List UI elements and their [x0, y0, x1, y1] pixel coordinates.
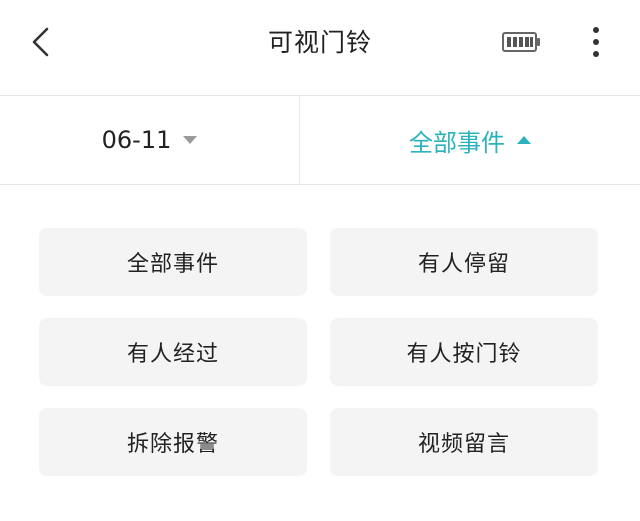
option-tamper-alarm[interactable]: 拆除报警 [39, 408, 307, 476]
caret-down-icon [183, 136, 198, 144]
date-filter[interactable]: 06-11 [0, 96, 299, 184]
option-all-events[interactable]: 全部事件 [39, 228, 307, 296]
page-title: 可视门铃 [267, 28, 372, 57]
battery-indicator [502, 31, 542, 53]
top-bar: 可视门铃 [0, 0, 640, 96]
option-doorbell-pressed[interactable]: 有人按门铃 [330, 318, 598, 386]
event-filter-label: 全部事件 [409, 128, 505, 157]
more-vertical-icon [593, 27, 599, 57]
caret-up-icon [517, 136, 531, 144]
option-person-lingering[interactable]: 有人停留 [330, 228, 598, 296]
filter-bar: 06-11 全部事件 [0, 96, 640, 185]
date-filter-label: 06-11 [101, 126, 172, 154]
option-person-passing[interactable]: 有人经过 [39, 318, 307, 386]
event-type-filter[interactable]: 全部事件 [300, 96, 640, 184]
event-type-options: 全部事件 有人停留 有人经过 有人按门铃 拆除报警 视频留言 [39, 228, 598, 476]
option-video-message[interactable]: 视频留言 [330, 408, 598, 476]
more-options-button[interactable] [580, 24, 612, 60]
battery-full-icon [502, 32, 540, 52]
